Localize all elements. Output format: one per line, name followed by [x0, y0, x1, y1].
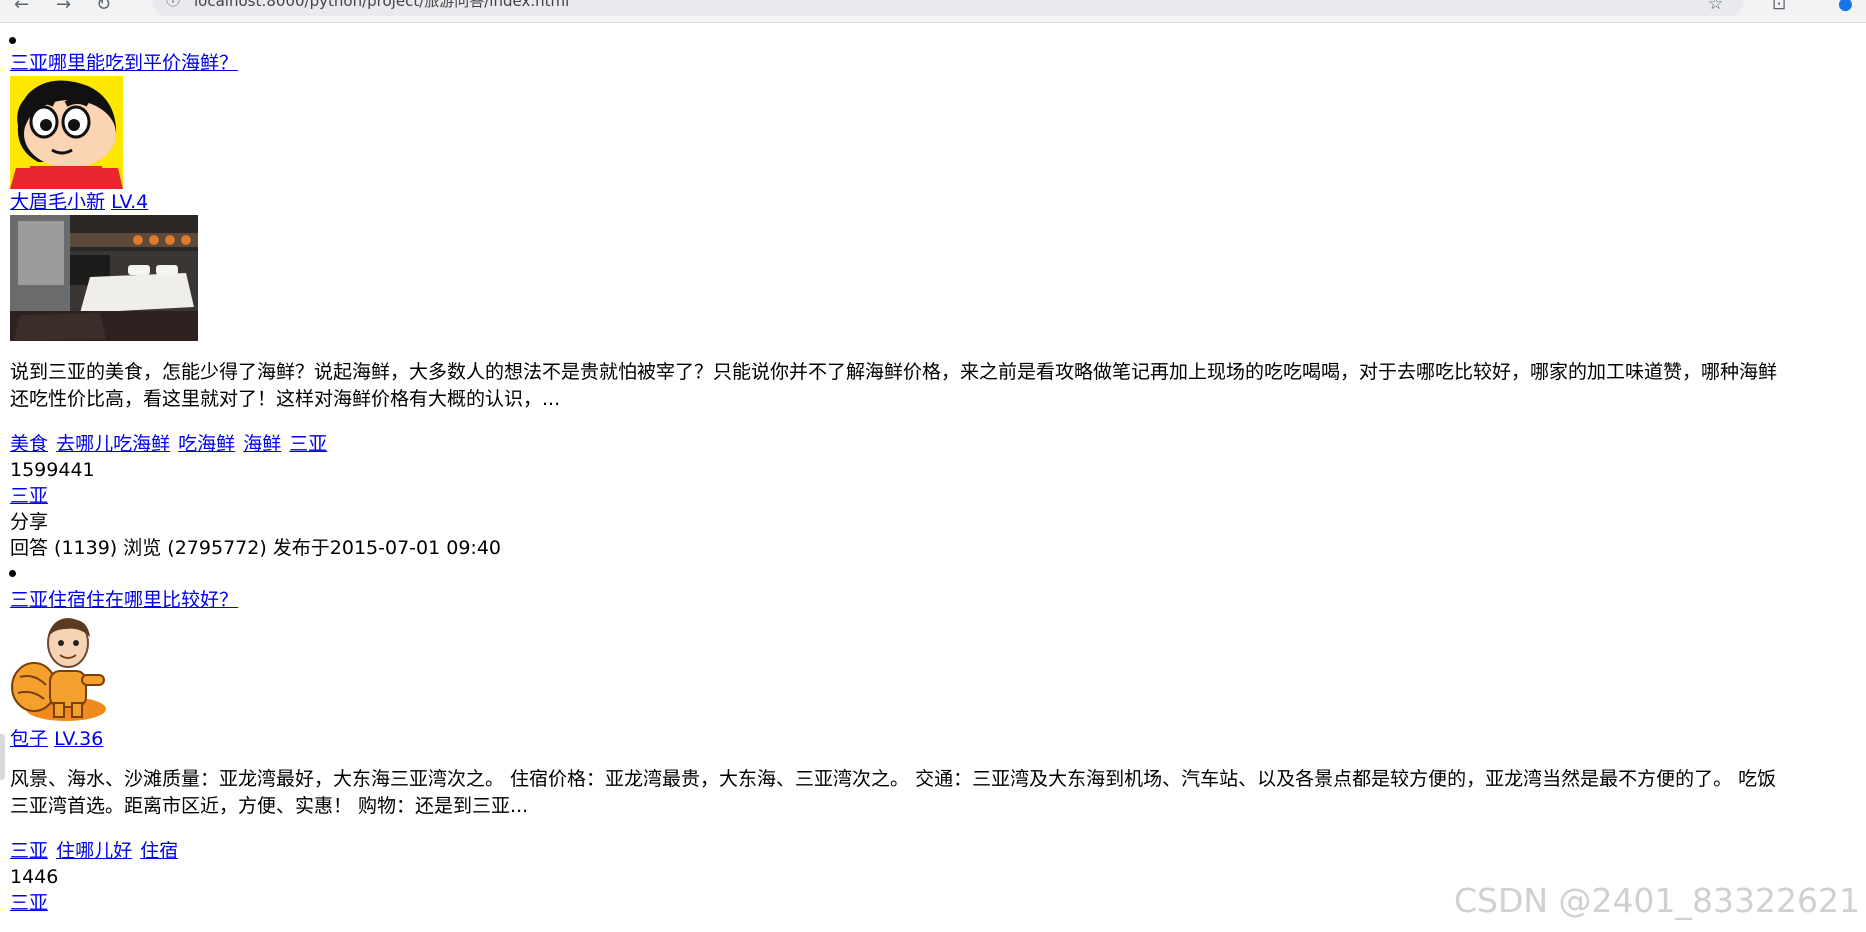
star-icon[interactable]: ☆	[1708, 0, 1723, 14]
question-title-link[interactable]: 三亚住宿住在哪里比较好？	[10, 587, 1866, 613]
extensions-icon[interactable]: ⊡	[1772, 0, 1786, 14]
back-icon[interactable]: ←	[14, 0, 29, 15]
post-image	[10, 215, 198, 341]
tag-link[interactable]: 住宿	[140, 840, 178, 862]
tag-link[interactable]: 三亚	[289, 433, 327, 455]
url-text: localhost:8000/python/project/旅游问答/index…	[194, 0, 570, 10]
browser-toolbar: ← → ↻ ⓘ localhost:8000/python/project/旅游…	[0, 0, 1866, 23]
avatar	[10, 76, 123, 189]
post-image-link[interactable]	[10, 215, 1866, 341]
tag-list: 三亚 住哪儿好 住宿	[10, 838, 1866, 864]
list-item: 三亚哪里能吃到平价海鲜？ 大眉毛小新 LV.4 说到三亚的美食，怎能少得了海鲜？…	[9, 22, 1866, 561]
watermark: CSDN @2401_83322621	[1453, 881, 1860, 920]
author-avatar-link[interactable]	[10, 613, 1866, 726]
tag-link[interactable]: 吃海鲜	[178, 433, 235, 455]
author-level-link[interactable]: LV.4	[111, 191, 148, 213]
side-panel-handle[interactable]	[0, 734, 5, 780]
author-name-link[interactable]: 大眉毛小新	[10, 191, 105, 213]
page-content: 三亚哪里能吃到平价海鲜？ 大眉毛小新 LV.4 说到三亚的美食，怎能少得了海鲜？…	[0, 22, 1866, 932]
tag-link[interactable]: 住哪儿好	[56, 840, 132, 862]
post-summary: 说到三亚的美食，怎能少得了海鲜？说起海鲜，大多数人的想法不是贵就怕被宰了？只能说…	[10, 361, 1778, 410]
author-name-link[interactable]: 包子	[10, 728, 48, 750]
post-summary: 风景、海水、沙滩质量：亚龙湾最好，大东海三亚湾次之。 住宿价格：亚龙湾最贵，大东…	[10, 768, 1777, 817]
site-info-icon[interactable]: ⓘ	[166, 0, 180, 16]
profile-icon[interactable]: ●	[1838, 0, 1853, 14]
author-level-link[interactable]: LV.36	[54, 728, 103, 750]
tag-link[interactable]: 美食	[10, 433, 48, 455]
share-text: 分享	[10, 511, 49, 533]
list-item: 三亚住宿住在哪里比较好？ 包子 LV.36 风景、海水、沙滩质量：亚龙湾最好，大…	[9, 561, 1866, 916]
question-title-link[interactable]: 三亚哪里能吃到平价海鲜？	[10, 50, 1866, 76]
tag-link[interactable]: 三亚	[10, 840, 48, 862]
list-bullet	[9, 570, 16, 577]
reload-icon[interactable]: ↻	[96, 0, 111, 15]
forward-icon[interactable]: →	[56, 0, 71, 15]
post-count: 1599441	[10, 459, 95, 481]
avatar	[10, 613, 123, 726]
author-avatar-link[interactable]	[10, 76, 1866, 189]
tag-list: 美食 去哪儿吃海鲜 吃海鲜 海鲜 三亚	[10, 431, 1866, 457]
tag-link[interactable]: 海鲜	[243, 433, 281, 455]
question-list: 三亚哪里能吃到平价海鲜？ 大眉毛小新 LV.4 说到三亚的美食，怎能少得了海鲜？…	[0, 22, 1866, 916]
post-meta: 回答 (1139) 浏览 (2795772) 发布于2015-07-01 09:…	[10, 537, 501, 559]
location-link[interactable]: 三亚	[10, 483, 1866, 509]
tag-link[interactable]: 去哪儿吃海鲜	[56, 433, 170, 455]
address-bar[interactable]: ⓘ localhost:8000/python/project/旅游问答/ind…	[152, 0, 1744, 16]
list-bullet	[9, 37, 16, 44]
